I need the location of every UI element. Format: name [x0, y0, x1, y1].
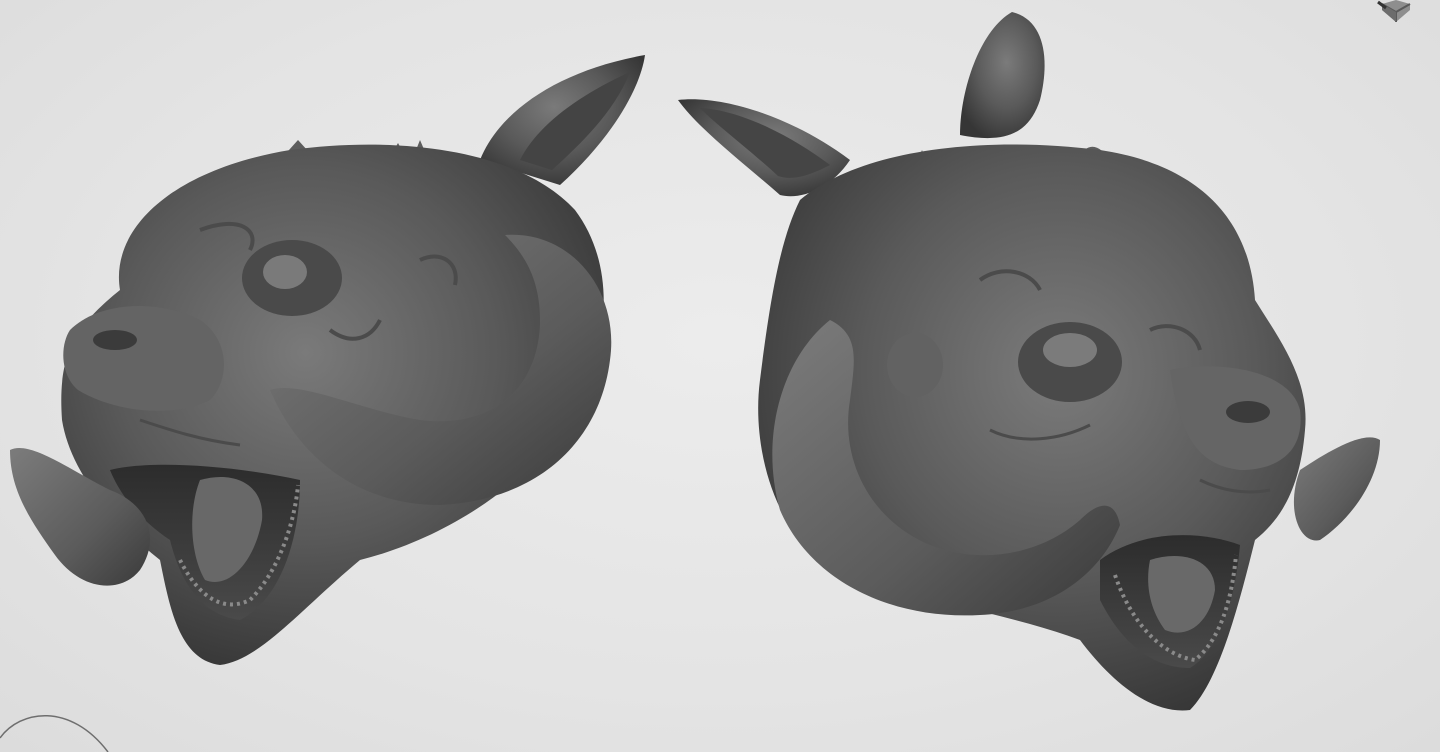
left-head-nostril — [93, 330, 137, 350]
right-head-fin — [960, 12, 1045, 139]
left-head-eye — [263, 255, 307, 289]
right-head-tusk — [1293, 437, 1380, 541]
view-cube-icon[interactable] — [1376, 0, 1416, 26]
orbit-circle-glyph — [0, 714, 109, 752]
viewport-scene — [10, 12, 1380, 711]
3d-viewport[interactable] — [0, 0, 1440, 752]
left-head-snout — [63, 306, 224, 411]
creature-head-right[interactable] — [678, 12, 1380, 711]
right-head-nostril — [1226, 401, 1270, 423]
orbit-circle-icon[interactable] — [0, 702, 110, 752]
creature-head-left[interactable] — [10, 55, 645, 666]
view-cube-glyph — [1377, 0, 1411, 22]
right-head-eye — [1043, 333, 1097, 367]
right-head-brow-bump — [887, 333, 943, 397]
